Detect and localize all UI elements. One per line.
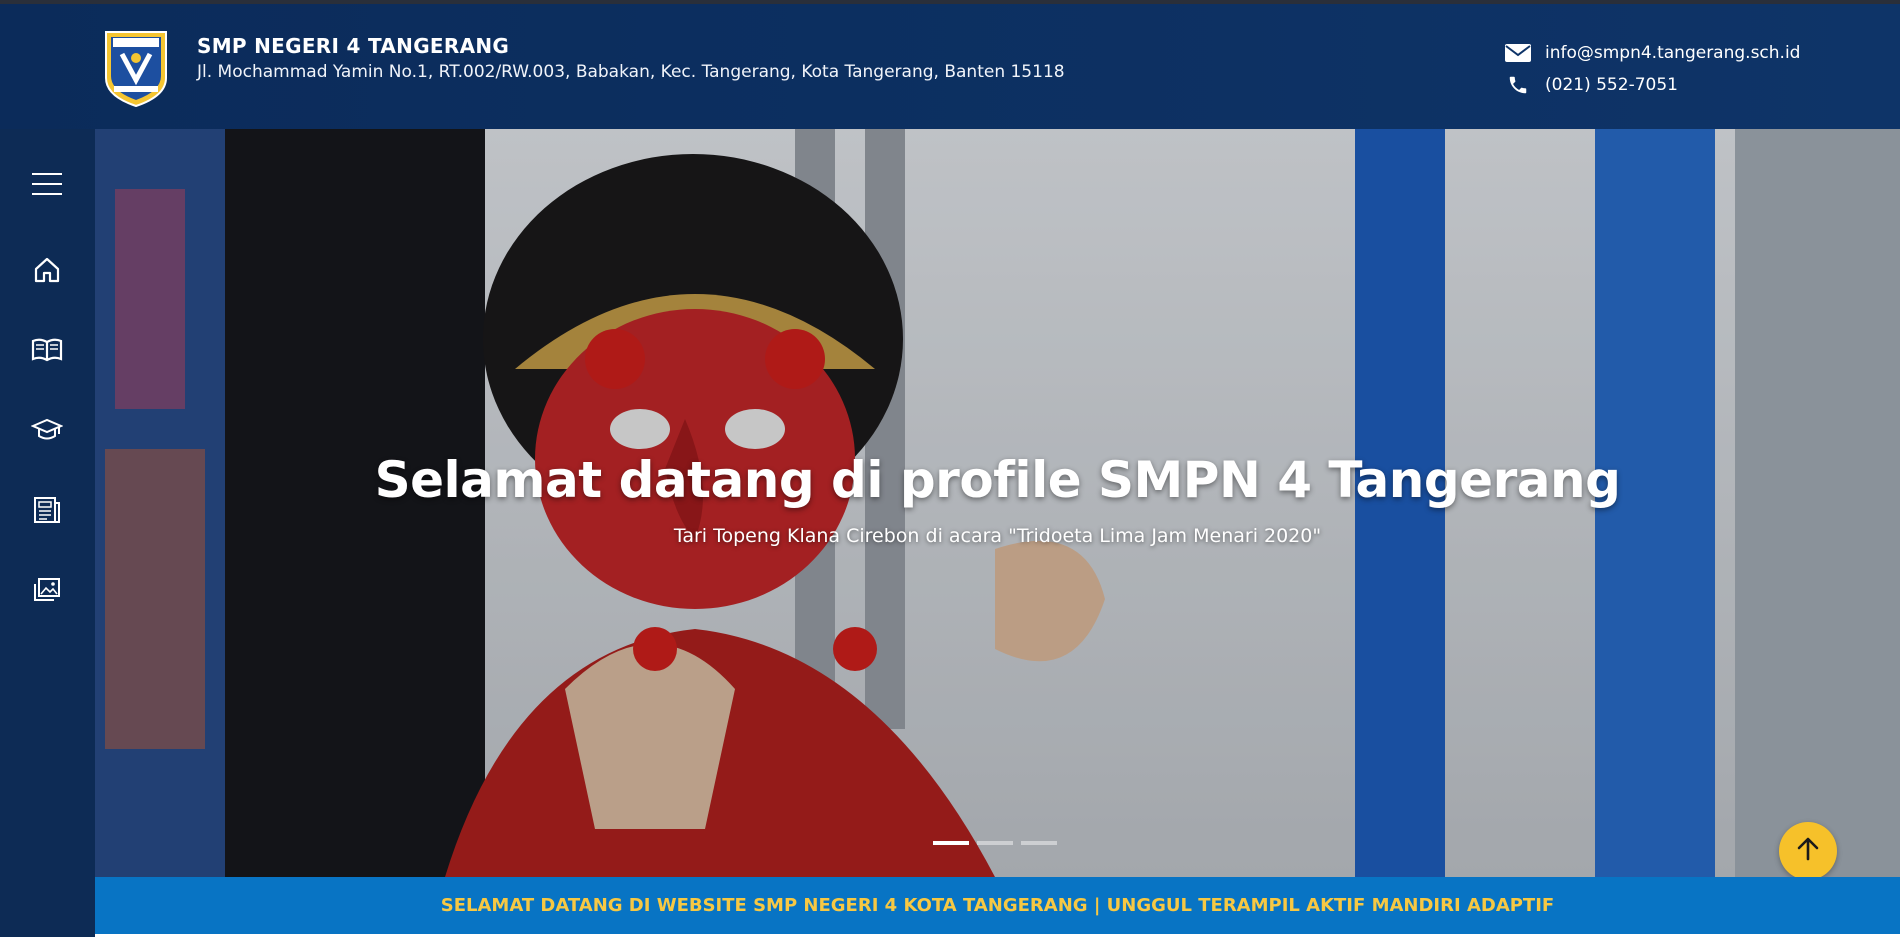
school-address: Jl. Mochammad Yamin No.1, RT.002/RW.003,… (197, 62, 1065, 82)
envelope-icon (1503, 42, 1533, 64)
school-name: SMP NEGERI 4 TANGERANG (197, 34, 510, 58)
phone-text[interactable]: (021) 552-7051 (1545, 75, 1678, 95)
carousel-indicator-2[interactable] (977, 841, 1013, 845)
home-icon[interactable] (28, 251, 66, 289)
carousel-indicator-3[interactable] (1021, 841, 1057, 845)
carousel-indicator-1[interactable] (933, 841, 969, 845)
sidebar-nav (0, 129, 95, 937)
marquee-ticker: SELAMAT DATANG DI WEBSITE SMP NEGERI 4 K… (95, 877, 1900, 934)
newspaper-icon[interactable] (28, 491, 66, 529)
graduation-cap-icon[interactable] (28, 411, 66, 449)
hamburger-menu-icon[interactable] (28, 165, 66, 203)
school-crest-icon[interactable] (100, 28, 172, 108)
image-gallery-icon[interactable] (28, 571, 66, 609)
hero-title: Selamat datang di profile SMPN 4 Tangera… (374, 451, 1621, 509)
arrow-up-icon (1795, 836, 1821, 866)
phone-icon (1503, 74, 1533, 96)
scroll-to-top-button[interactable] (1779, 822, 1837, 880)
email-text[interactable]: info@smpn4.tangerang.sch.id (1545, 43, 1800, 63)
site-header: SMP NEGERI 4 TANGERANG Jl. Mochammad Yam… (0, 4, 1900, 129)
ticker-text: SELAMAT DATANG DI WEBSITE SMP NEGERI 4 K… (440, 895, 1555, 916)
open-book-icon[interactable] (28, 331, 66, 369)
contact-phone[interactable]: (021) 552-7051 (1503, 74, 1678, 96)
hero-caption: Tari Topeng Klana Cirebon di acara "Trid… (673, 525, 1322, 547)
carousel-indicators (933, 841, 1057, 845)
contact-email[interactable]: info@smpn4.tangerang.sch.id (1503, 42, 1800, 64)
hero-carousel[interactable]: Selamat datang di profile SMPN 4 Tangera… (95, 129, 1900, 877)
